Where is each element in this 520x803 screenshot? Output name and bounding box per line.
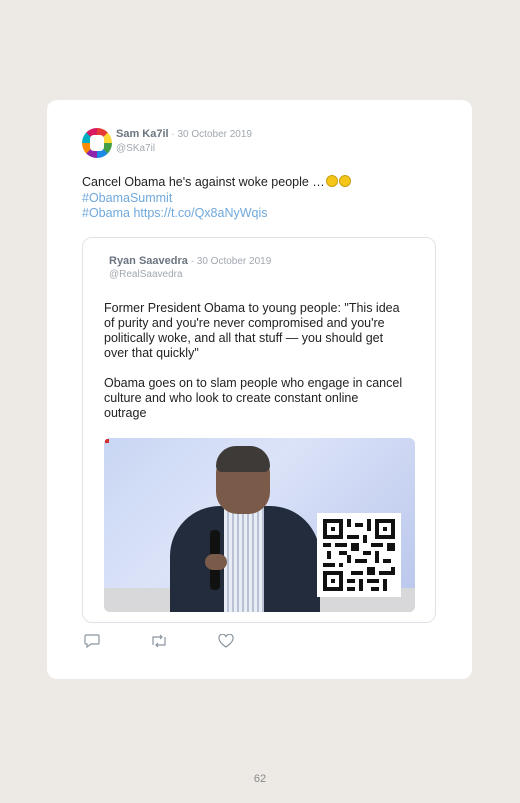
qr-code-icon (317, 513, 401, 597)
hashtag-obamasummit[interactable]: #ObamaSummit (82, 191, 172, 205)
reply-icon[interactable] (84, 634, 100, 653)
quoted-separator: · (187, 256, 197, 267)
tweet-card: Sam Ka7il · 30 October 2019 @SKa7il Canc… (47, 100, 472, 679)
author-line: Sam Ka7il · 30 October 2019 (116, 128, 252, 140)
tweet-text: Cancel Obama he's against woke people … … (82, 175, 422, 222)
author-avatar[interactable] (82, 128, 112, 158)
video-thumbnail[interactable] (104, 438, 415, 612)
video-marker (105, 439, 109, 443)
laughing-emoji-icon (338, 175, 351, 187)
quoted-handle: @RealSaavedra (109, 269, 183, 280)
quoted-paragraph-1: Former President Obama to young people: … (104, 301, 400, 360)
author-name[interactable]: Sam Ka7il (116, 128, 169, 140)
person-shirt (224, 506, 264, 612)
quoted-author-line: Ryan Saavedra · 30 October 2019 (109, 255, 271, 267)
laughing-emoji-icon (325, 175, 338, 187)
retweet-icon[interactable] (150, 634, 168, 653)
tweet-body: Cancel Obama he's against woke people … (82, 175, 325, 189)
quoted-date[interactable]: 30 October 2019 (197, 256, 272, 267)
page-number: 62 (253, 773, 267, 785)
tweet-link[interactable]: https://t.co/Qx8aNyWqis (133, 206, 267, 220)
quoted-paragraph-2: Obama goes on to slam people who engage … (104, 376, 403, 420)
quoted-author-name[interactable]: Ryan Saavedra (109, 255, 188, 267)
quoted-tweet[interactable]: Ryan Saavedra · 30 October 2019 @RealSaa… (82, 237, 436, 623)
quoted-text: Former President Obama to young people: … (104, 301, 404, 436)
author-handle: @SKa7il (116, 143, 156, 154)
like-icon[interactable] (218, 633, 234, 653)
hashtag-obama[interactable]: #Obama (82, 206, 130, 220)
person-hair (216, 446, 270, 472)
tweet-date[interactable]: 30 October 2019 (177, 129, 252, 140)
person-hand (205, 554, 227, 570)
